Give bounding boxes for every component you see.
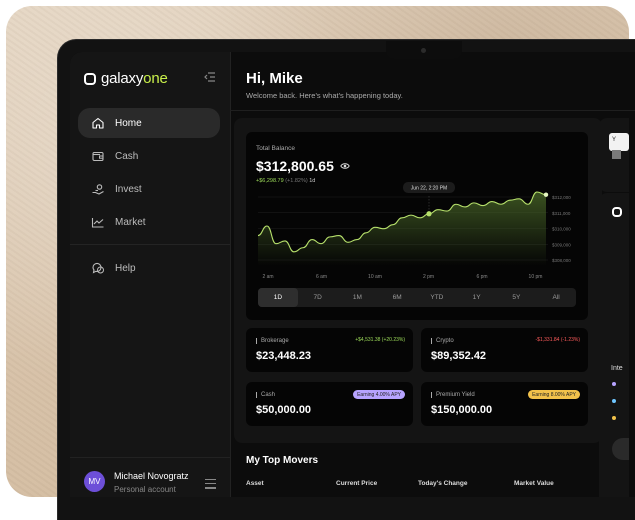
sidebar-item-label: Market: [115, 216, 146, 228]
card-value: $150,000.00: [431, 404, 493, 416]
sidebar: galaxyone Home Cash Invest Market Help M…: [70, 52, 231, 497]
range-option-5y[interactable]: 5Y: [497, 288, 537, 307]
total-balance-card: Total Balance $312,800.65 +$6,298.79 (+1…: [246, 132, 588, 320]
brand-name-accent: one: [143, 70, 168, 87]
sidebar-item-label: Home: [115, 117, 142, 129]
range-option-1d[interactable]: 1D: [258, 288, 298, 307]
x-tick-label: 6 am: [316, 274, 327, 280]
legend-dot: [612, 382, 616, 386]
wallet-icon: [92, 151, 104, 162]
menu-icon[interactable]: [205, 479, 216, 492]
column-header-change[interactable]: Today's Change: [418, 480, 467, 487]
card-label: Brokerage: [256, 338, 289, 344]
card-label: Premium Yield: [431, 392, 475, 398]
market-icon: [91, 218, 104, 228]
top-movers-title: My Top Movers: [246, 455, 319, 466]
y-tick-label: $310,000: [552, 227, 571, 232]
nav-divider: [70, 244, 230, 245]
apy-badge: Earning 8.00% APY: [528, 390, 580, 399]
y-tick-label: $308,000: [552, 258, 571, 263]
user-name: Michael Novogratz: [114, 471, 189, 481]
sidebar-item-market[interactable]: Market: [78, 207, 220, 237]
chart-end-point: [543, 192, 549, 197]
range-option-1m[interactable]: 1M: [338, 288, 378, 307]
column-header-asset[interactable]: Asset: [246, 480, 264, 487]
range-option-7d[interactable]: 7D: [298, 288, 338, 307]
column-header-price[interactable]: Current Price: [336, 480, 377, 487]
range-option-1y[interactable]: 1Y: [457, 288, 497, 307]
column-header-market-value[interactable]: Market Value: [514, 480, 554, 487]
help-icon: [92, 262, 104, 274]
card-value: $50,000.00: [256, 404, 312, 416]
page-subtitle: Welcome back. Here's what's happening to…: [246, 91, 403, 100]
logo-icon: [84, 72, 96, 85]
sidebar-item-label: Help: [115, 262, 136, 274]
apy-badge: Earning 4.00% APY: [353, 390, 405, 399]
camera-notch: [386, 41, 462, 59]
cash-card[interactable]: Cash $50,000.00 Earning 4.00% APY: [246, 382, 413, 426]
side-button[interactable]: [612, 438, 629, 460]
user-profile[interactable]: MV Michael Novogratz Personal account: [70, 457, 230, 497]
x-tick-label: 10 am: [368, 274, 382, 280]
collapse-sidebar-icon[interactable]: [204, 72, 216, 82]
range-selector: 1D 7D 1M 6M YTD 1Y 5Y All: [258, 288, 576, 307]
section-label: Inte: [611, 365, 623, 372]
premium-yield-card[interactable]: Premium Yield $150,000.00 Earning 8.00% …: [421, 382, 588, 426]
sidebar-nav: Home Cash Invest Market Help: [70, 108, 230, 286]
sidebar-item-cash[interactable]: Cash: [78, 141, 220, 171]
x-tick-label: 6 pm: [476, 274, 487, 280]
range-option-ytd[interactable]: YTD: [417, 288, 457, 307]
avatar: MV: [84, 471, 105, 492]
invest-icon: [92, 184, 104, 195]
card-value: $89,352.42: [431, 350, 487, 362]
y-tick-label: $311,000: [552, 211, 571, 216]
card-change: +$4,531.38 (+20.23%): [355, 337, 405, 343]
x-tick-label: 10 pm: [529, 274, 543, 280]
y-tick-label: $312,000: [552, 195, 571, 200]
page-title: Hi, Mike: [246, 70, 303, 87]
brand-logo[interactable]: galaxyone: [84, 70, 168, 87]
legend-dot: [612, 399, 616, 403]
card-value: $23,448.23: [256, 350, 312, 362]
chart-highlight-point[interactable]: [426, 211, 432, 217]
brand-name: galaxy: [101, 70, 144, 87]
card-label: Crypto: [431, 338, 454, 344]
legend-dot: [612, 416, 616, 420]
sidebar-item-label: Invest: [115, 183, 142, 195]
card-change: -$1,331.84 (-1.23%): [535, 337, 580, 343]
sidebar-item-home[interactable]: Home: [78, 108, 220, 138]
chart-area: [258, 192, 546, 266]
range-option-all[interactable]: All: [536, 288, 576, 307]
x-tick-label: 2 am: [262, 274, 273, 280]
brokerage-card[interactable]: Brokerage $23,448.23 +$4,531.38 (+20.23%…: [246, 328, 413, 372]
crypto-card[interactable]: Crypto $89,352.42 -$1,331.84 (-1.23%): [421, 328, 588, 372]
sidebar-item-invest[interactable]: Invest: [78, 174, 220, 204]
header-divider: [230, 110, 635, 111]
chart-tooltip-text: Jun 22, 2:20 PM: [411, 186, 447, 192]
user-account-type: Personal account: [114, 485, 176, 494]
sidebar-item-label: Cash: [115, 150, 139, 162]
action-pill[interactable]: Y: [609, 133, 629, 159]
card-label: Cash: [256, 392, 275, 398]
sidebar-item-help[interactable]: Help: [78, 253, 220, 283]
range-option-6m[interactable]: 6M: [377, 288, 417, 307]
balance-chart[interactable]: $312,000 $311,000 $310,000 $309,000 $308,000…: [246, 132, 588, 292]
y-tick-label: $309,000: [552, 242, 571, 247]
home-icon: [92, 117, 104, 129]
x-tick-label: 2 pm: [423, 274, 434, 280]
logo-icon: [612, 207, 622, 217]
